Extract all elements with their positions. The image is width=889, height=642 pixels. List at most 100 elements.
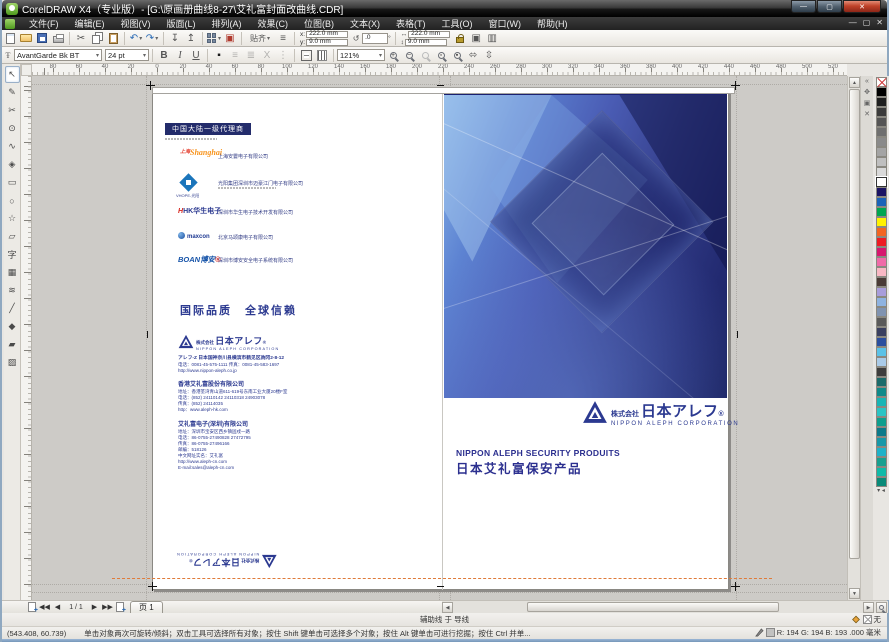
- text-tool-icon[interactable]: 字: [5, 246, 20, 263]
- zoom-level-select[interactable]: 121%▾: [337, 49, 385, 61]
- font-family-select[interactable]: AvantGarde Bk BT▾: [14, 49, 102, 61]
- color-swatch[interactable]: [876, 347, 887, 357]
- save-icon[interactable]: [34, 31, 50, 46]
- color-swatch[interactable]: [876, 447, 887, 457]
- color-swatch[interactable]: [876, 207, 887, 217]
- color-swatch[interactable]: [876, 137, 887, 147]
- interactive-fill-tool-icon[interactable]: ▨: [5, 354, 20, 371]
- character-formatting-icon[interactable]: ⋮: [275, 48, 291, 63]
- lock-ratio-icon[interactable]: [452, 31, 468, 46]
- selection-handle-tr[interactable]: [731, 81, 740, 90]
- selected-object[interactable]: [152, 87, 735, 94]
- selection-handle-mr[interactable]: [737, 331, 738, 338]
- minimize-button[interactable]: —: [791, 0, 816, 13]
- first-page-button[interactable]: ◀◀: [38, 603, 51, 611]
- open-icon[interactable]: [18, 31, 34, 46]
- new-document-icon[interactable]: [2, 31, 18, 46]
- pan-zoom-button[interactable]: [876, 602, 887, 613]
- docker-collapse-icon[interactable]: «: [865, 78, 869, 85]
- doc-restore-button[interactable]: ▢: [863, 18, 871, 27]
- color-swatch[interactable]: [876, 167, 887, 177]
- color-swatch[interactable]: [876, 477, 887, 487]
- undo-icon[interactable]: ↶▾: [128, 31, 144, 46]
- color-swatch[interactable]: [876, 327, 887, 337]
- crop-tool-icon[interactable]: ✂: [5, 102, 20, 119]
- color-swatch[interactable]: [876, 147, 887, 157]
- color-swatch[interactable]: [876, 387, 887, 397]
- pick-tool-icon[interactable]: ↖: [5, 66, 20, 83]
- palette-scroll-buttons[interactable]: ▾ ◂: [877, 487, 885, 494]
- snap-to-button[interactable]: 贴齐▾: [245, 31, 275, 46]
- menu-item-11[interactable]: 窗口(W): [481, 17, 530, 30]
- vertical-scrollbar[interactable]: ▲ ▼: [847, 76, 860, 600]
- color-swatch[interactable]: [876, 237, 887, 247]
- mirror-icon[interactable]: ▣: [468, 31, 484, 46]
- horizontal-ruler[interactable]: 1008060402002040608010012014016018020022…: [32, 64, 847, 76]
- doc-minimize-button[interactable]: —: [849, 18, 857, 27]
- apply-icon[interactable]: ▥: [484, 31, 500, 46]
- doc-close-button[interactable]: ✕: [876, 18, 883, 27]
- redo-icon[interactable]: ↷▾: [144, 31, 160, 46]
- freehand-tool-icon[interactable]: ∿: [5, 138, 20, 155]
- cut-icon[interactable]: ✂: [73, 31, 89, 46]
- color-swatch[interactable]: [876, 427, 887, 437]
- zoom-in-icon[interactable]: +: [385, 48, 401, 63]
- edit-text-icon[interactable]: [298, 48, 314, 63]
- table-tool-icon[interactable]: ▦: [5, 264, 20, 281]
- selection-handle-br[interactable]: [731, 582, 740, 591]
- color-swatch[interactable]: [876, 287, 887, 297]
- maximize-button[interactable]: ▢: [817, 0, 842, 13]
- color-swatch[interactable]: [876, 397, 887, 407]
- print-icon[interactable]: [50, 31, 66, 46]
- selection-handle-bm[interactable]: [437, 586, 444, 587]
- menu-item-1[interactable]: 文件(F): [21, 17, 67, 30]
- blend-tool-icon[interactable]: ≋: [5, 282, 20, 299]
- color-swatch[interactable]: [876, 117, 887, 127]
- rectangle-tool-icon[interactable]: ▭: [5, 174, 20, 191]
- ruler-origin[interactable]: [21, 64, 32, 76]
- color-swatch[interactable]: [876, 257, 887, 267]
- menu-item-12[interactable]: 帮助(H): [529, 17, 576, 30]
- horizontal-scroll-thumb[interactable]: [527, 602, 779, 612]
- scroll-right-button[interactable]: ▶: [863, 602, 874, 613]
- color-swatch[interactable]: [876, 307, 887, 317]
- color-swatch[interactable]: [876, 377, 887, 387]
- color-swatch[interactable]: [876, 357, 887, 367]
- color-swatch[interactable]: [876, 457, 887, 467]
- rotation-angle-input[interactable]: .0: [362, 33, 388, 44]
- shape-tool-icon[interactable]: ✎: [5, 84, 20, 101]
- color-swatch[interactable]: [876, 297, 887, 307]
- last-page-button[interactable]: ▶▶: [101, 603, 114, 611]
- zoom-page-height-icon[interactable]: ⇳: [481, 48, 497, 63]
- ellipse-tool-icon[interactable]: ○: [5, 192, 20, 209]
- text-format-icon[interactable]: ▪: [211, 48, 227, 63]
- scroll-up-button[interactable]: ▲: [849, 77, 860, 88]
- scroll-down-button[interactable]: ▼: [849, 588, 860, 599]
- add-page-after-button[interactable]: [116, 602, 124, 612]
- color-swatch[interactable]: [876, 97, 887, 107]
- menu-item-9[interactable]: 表格(T): [388, 17, 434, 30]
- next-page-button[interactable]: ▶: [88, 603, 101, 611]
- menu-item-7[interactable]: 位图(B): [296, 17, 342, 30]
- copy-icon[interactable]: [89, 31, 105, 46]
- color-swatch[interactable]: [876, 227, 887, 237]
- corel-online-icon[interactable]: ▣: [222, 31, 238, 46]
- position-y-input[interactable]: 9.0 mm: [306, 39, 348, 46]
- menu-item-3[interactable]: 视图(V): [113, 17, 159, 30]
- drawing-canvas[interactable]: 中国大陆一级代理商 上海Shanghai 上海安霎电子有限公司 VHOPE-光阳…: [32, 76, 847, 600]
- color-swatch[interactable]: [876, 177, 887, 187]
- selection-handle-bl[interactable]: [148, 582, 157, 591]
- color-swatch[interactable]: [876, 467, 887, 477]
- page-tab[interactable]: 页 1: [130, 601, 163, 613]
- object-height-input[interactable]: 9.0 mm: [405, 39, 447, 46]
- docker-properties-icon[interactable]: ▣: [864, 99, 871, 107]
- menu-item-2[interactable]: 编辑(E): [67, 17, 113, 30]
- italic-button[interactable]: I: [172, 48, 188, 63]
- outline-pen-tool-icon[interactable]: ◆: [5, 318, 20, 335]
- polygon-tool-icon[interactable]: ☆: [5, 210, 20, 227]
- vertical-scroll-thumb[interactable]: [849, 89, 860, 559]
- position-x-input[interactable]: 222.0 mm: [306, 31, 348, 38]
- zoom-tool-icon[interactable]: ⊙: [5, 120, 20, 137]
- vertical-ruler[interactable]: 0204060801001201401601802002202402602803…: [21, 76, 32, 600]
- eyedropper-tool-icon[interactable]: ╱: [5, 300, 20, 317]
